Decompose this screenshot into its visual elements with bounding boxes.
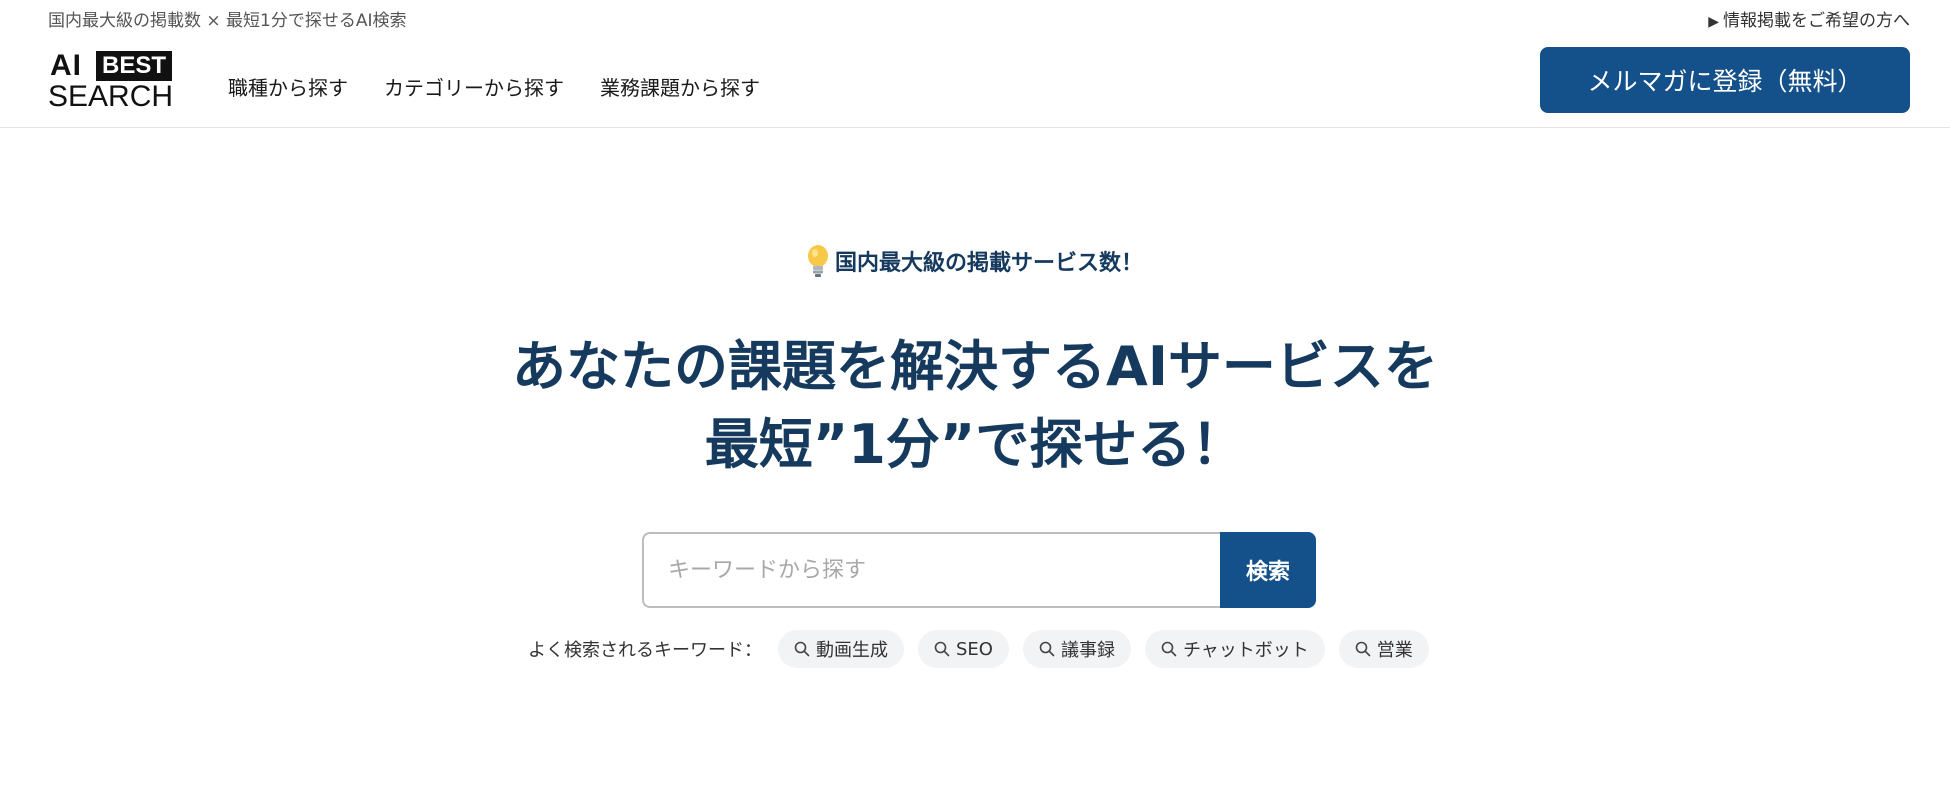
hero-badge: 国内最大級の掲載サービス数！ — [0, 244, 1950, 284]
popular-keywords: よく検索されるキーワード： 動画生成 SEO 議事録 チャットボット 営業 — [528, 630, 1429, 668]
site-tagline: 国内最大級の掲載数 × 最短1分で探せるAI検索 — [48, 11, 407, 31]
top-bar: 国内最大級の掲載数 × 最短1分で探せるAI検索 ▶ 情報掲載をご希望の方へ — [0, 0, 1950, 32]
logo-search-text: SEARCH — [48, 80, 174, 113]
site-header: AI BEST SEARCH 職種から探す カテゴリーから探す 業務課題から探す… — [0, 32, 1950, 128]
search-icon — [1355, 641, 1371, 657]
keyword-chip-video-generation[interactable]: 動画生成 — [778, 630, 904, 668]
nav-item-business-issue[interactable]: 業務課題から探す — [600, 72, 760, 101]
keyword-chip-label: 営業 — [1376, 640, 1413, 661]
keyword-chip-label: チャットボット — [1182, 640, 1309, 661]
keyword-chip-seo[interactable]: SEO — [918, 630, 1009, 668]
search-button[interactable]: 検索 — [1220, 532, 1316, 608]
keyword-chip-chatbot[interactable]: チャットボット — [1144, 630, 1325, 668]
hero-badge-text: 国内最大級の掲載サービス数！ — [834, 251, 1143, 276]
logo-ai-text: AI — [50, 49, 82, 82]
site-logo[interactable]: AI BEST SEARCH — [48, 47, 178, 113]
play-triangle-icon: ▶ — [1708, 14, 1719, 30]
keyword-chip-sales[interactable]: 営業 — [1338, 630, 1429, 668]
search-icon — [934, 641, 950, 657]
keyword-chip-label: 動画生成 — [816, 640, 888, 661]
main-nav: 職種から探す カテゴリーから探す 業務課題から探す — [228, 72, 760, 101]
popular-keywords-label: よく検索されるキーワード： — [528, 640, 762, 661]
advertise-link-label: 情報掲載をご希望の方へ — [1723, 11, 1910, 31]
lightbulb-icon — [807, 244, 829, 284]
keyword-chip-minutes[interactable]: 議事録 — [1022, 630, 1131, 668]
search-input[interactable] — [642, 532, 1220, 608]
search-icon — [1161, 641, 1177, 657]
search-form: 検索 — [642, 532, 1316, 608]
hero-headline-line2-wrap: 最短”1分”で探せる！ — [698, 406, 1252, 488]
logo-best-badge: BEST — [96, 51, 173, 81]
keyword-chip-label: SEO — [956, 638, 993, 660]
newsletter-signup-button[interactable]: メルマガに登録（無料） — [1540, 47, 1910, 113]
hero-headline: あなたの課題を解決するAIサービスを 最短”1分”で探せる！ — [0, 328, 1950, 488]
advertise-link[interactable]: ▶ 情報掲載をご希望の方へ — [1708, 6, 1910, 31]
nav-item-category[interactable]: カテゴリーから探す — [384, 72, 564, 101]
search-icon — [1039, 641, 1055, 657]
hero-headline-line2: 最短”1分”で探せる！ — [704, 413, 1246, 476]
keyword-chip-label: 議事録 — [1060, 640, 1115, 661]
hero-headline-line1: あなたの課題を解決するAIサービスを — [512, 335, 1438, 398]
nav-item-job-type[interactable]: 職種から探す — [228, 72, 348, 101]
search-icon — [794, 641, 810, 657]
